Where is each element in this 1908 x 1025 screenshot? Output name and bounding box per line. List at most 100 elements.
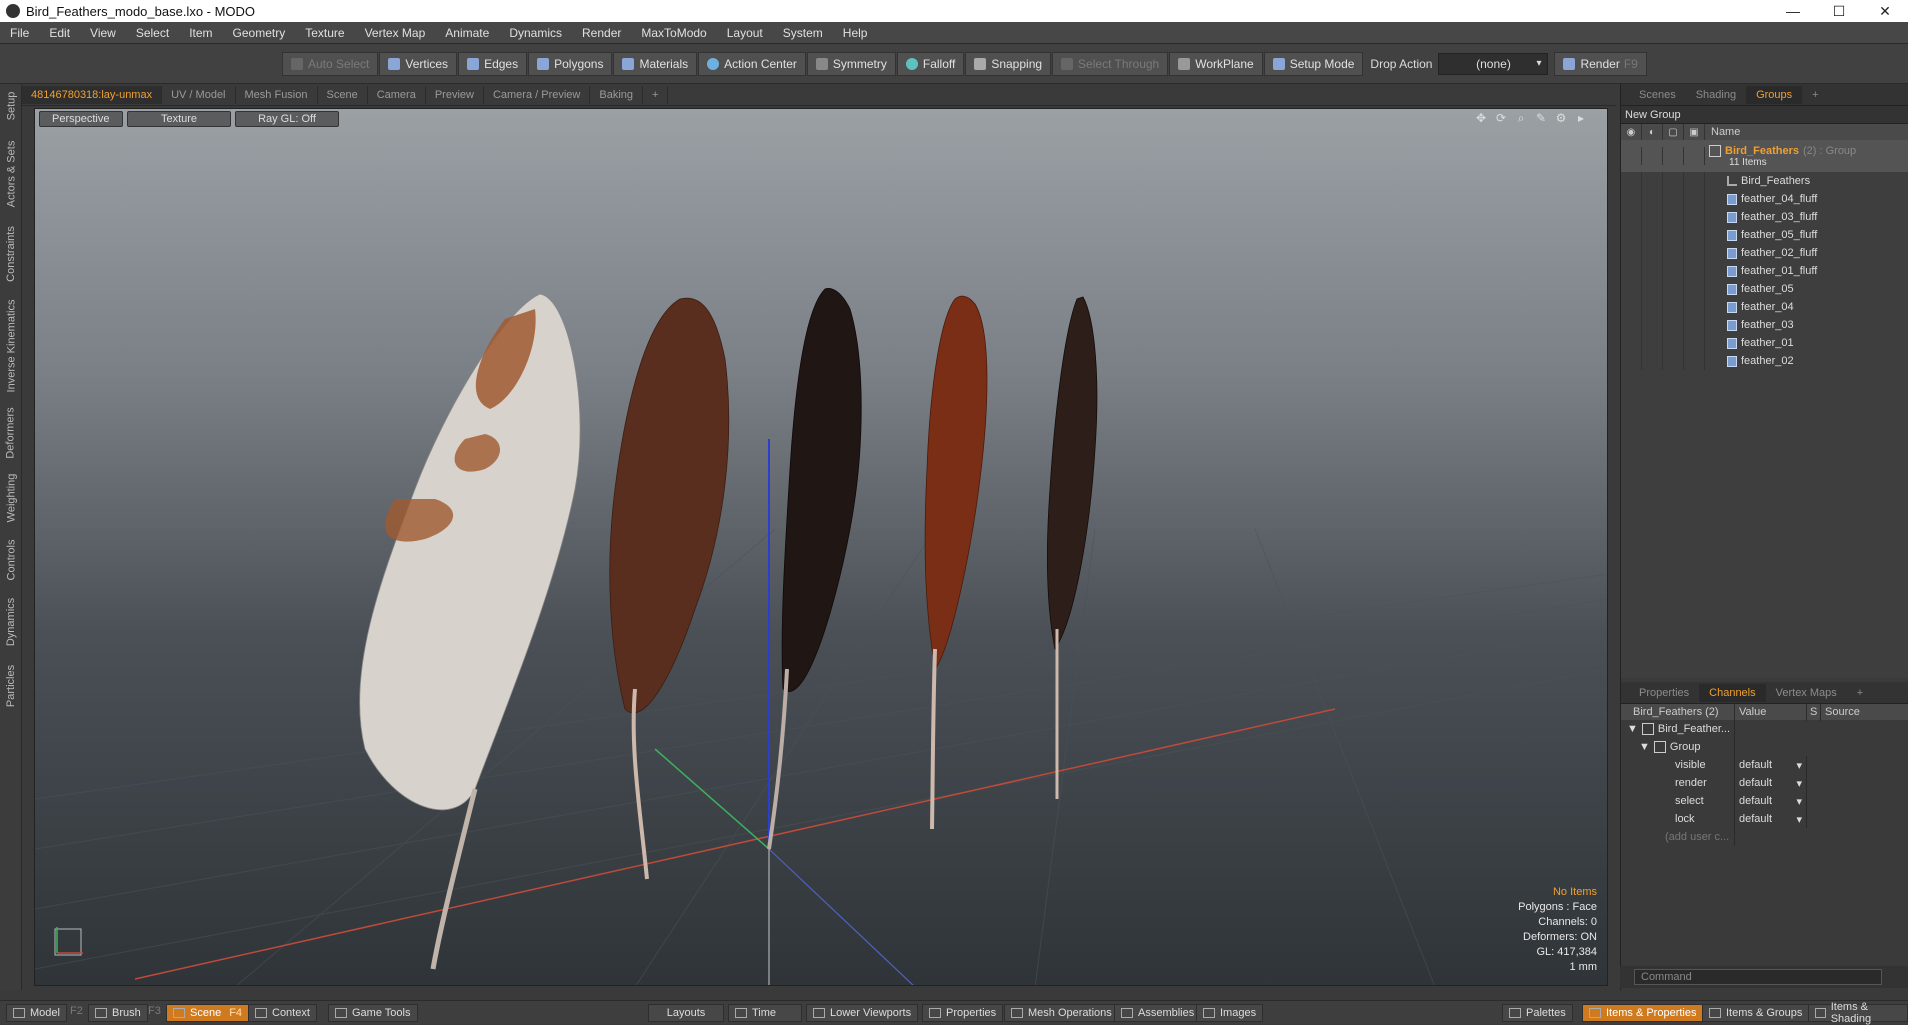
tab-vertex-maps[interactable]: Vertex Maps [1766,684,1847,702]
menu-layout[interactable]: Layout [717,26,773,40]
rotate-icon[interactable]: ⟳ [1493,111,1509,127]
menu-item[interactable]: Item [179,26,222,40]
menu-edit[interactable]: Edit [39,26,80,40]
left-tab-constraints[interactable]: Constraints [0,218,22,290]
menu-animate[interactable]: Animate [435,26,499,40]
list-item[interactable]: feather_03 [1621,316,1908,334]
menu-select[interactable]: Select [126,26,179,40]
list-item[interactable]: feather_05 [1621,280,1908,298]
group-row-bird-feathers[interactable]: Bird_Feathers (2) : Group 11 Items [1621,140,1908,172]
list-item[interactable]: feather_02_fluff [1621,244,1908,262]
pan-icon[interactable]: ✥ [1473,111,1489,127]
tab-shading[interactable]: Shading [1686,86,1746,104]
tab-preview[interactable]: Preview [426,85,484,104]
3d-viewport[interactable]: Perspective Texture Ray GL: Off ✥ ⟳ ⌕ ✎ … [34,108,1608,986]
expand-icon[interactable]: ▼ [1639,741,1650,753]
time-button[interactable]: Time [728,1004,802,1022]
falloff-button[interactable]: Falloff [896,52,965,76]
context-layout-button[interactable]: Context [248,1004,317,1022]
channel-value-select[interactable]: default ▾ [1735,792,1807,810]
action-center-button[interactable]: Action Center [698,52,806,76]
list-item[interactable]: feather_05_fluff [1621,226,1908,244]
tab-uv-model[interactable]: UV / Model [162,85,236,104]
palettes-button[interactable]: Palettes [1502,1004,1573,1022]
auto-select-button[interactable]: Auto Select [282,52,379,76]
close-icon[interactable]: ✕ [1862,0,1908,22]
left-tab-inverse-kinematics[interactable]: Inverse Kinematics [0,294,22,398]
items-properties-button[interactable]: Items & Properties [1582,1004,1704,1022]
menu-file[interactable]: File [0,26,39,40]
channel-row-select[interactable]: select default ▾ [1621,792,1908,810]
model-layout-button[interactable]: Model [6,1004,67,1022]
new-group-button[interactable]: New Group [1621,106,1908,124]
list-item[interactable]: feather_04_fluff [1621,190,1908,208]
lower-viewports-button[interactable]: Lower Viewports [806,1004,919,1022]
tab-baking[interactable]: Baking [590,85,644,104]
materials-button[interactable]: Materials [613,52,698,76]
left-tab-actors-sets[interactable]: Actors & Sets [0,134,22,214]
left-tab-weighting[interactable]: Weighting [0,468,22,528]
tab-layout-unmax[interactable]: 48146780318:lay-unmax [22,85,163,104]
menu-texture[interactable]: Texture [295,26,354,40]
add-user-channel[interactable]: (add user c... [1621,828,1908,846]
game-tools-layout-button[interactable]: Game Tools [328,1004,418,1022]
tab-camera-preview[interactable]: Camera / Preview [484,85,591,104]
symmetry-button[interactable]: Symmetry [806,52,896,76]
select-through-button[interactable]: Select Through [1052,52,1169,76]
workplane-button[interactable]: WorkPlane [1169,52,1263,76]
menu-view[interactable]: View [80,26,126,40]
list-item[interactable]: feather_01_fluff [1621,262,1908,280]
left-tab-controls[interactable]: Controls [0,532,22,588]
channel-value-select[interactable]: default ▾ [1735,756,1807,774]
select-column-icon[interactable]: ▣ [1684,124,1705,140]
raygl-button[interactable]: Ray GL: Off [235,111,339,127]
gear-icon[interactable]: ⚙ [1553,111,1569,127]
add-panel-tab[interactable]: + [1802,86,1828,104]
left-tab-deformers[interactable]: Deformers [0,402,22,464]
channel-value-select[interactable]: default ▾ [1735,774,1807,792]
add-panel-tab[interactable]: + [1847,684,1873,702]
brush-layout-button[interactable]: Brush [88,1004,148,1022]
edit-icon[interactable]: ✎ [1533,111,1549,127]
tab-scenes[interactable]: Scenes [1629,86,1686,104]
setup-mode-button[interactable]: Setup Mode [1263,52,1364,76]
channels-group-row[interactable]: ▼ Group [1621,738,1908,756]
tab-scene[interactable]: Scene [318,85,368,104]
edges-button[interactable]: Edges [458,52,528,76]
expand-icon[interactable]: ▼ [1627,723,1638,735]
more-icon[interactable]: ▸ [1573,111,1589,127]
channel-row-lock[interactable]: lock default ▾ [1621,810,1908,828]
command-input[interactable]: Command [1634,969,1882,985]
zoom-icon[interactable]: ⌕ [1513,111,1529,127]
list-item[interactable]: feather_02 [1621,352,1908,370]
menu-geometry[interactable]: Geometry [223,26,296,40]
menu-vertex-map[interactable]: Vertex Map [355,26,436,40]
assemblies-button[interactable]: Assemblies [1114,1004,1202,1022]
list-item[interactable]: feather_03_fluff [1621,208,1908,226]
properties-button[interactable]: Properties [922,1004,1004,1022]
list-item[interactable]: feather_04 [1621,298,1908,316]
list-item[interactable]: Bird_Feathers [1621,172,1908,190]
render-column-icon[interactable]: ◐ [1642,124,1663,140]
menu-maxtomodo[interactable]: MaxToModo [631,26,716,40]
snapping-button[interactable]: Snapping [965,52,1052,76]
vertices-button[interactable]: Vertices [379,52,458,76]
eye-icon[interactable]: ◉ [1621,124,1642,140]
layouts-button[interactable]: Layouts [648,1004,724,1022]
tab-properties[interactable]: Properties [1629,684,1699,702]
left-tab-dynamics[interactable]: Dynamics [0,592,22,652]
channel-row-render[interactable]: render default ▾ [1621,774,1908,792]
tab-channels[interactable]: Channels [1699,683,1766,702]
texture-button[interactable]: Texture [127,111,231,127]
tab-groups[interactable]: Groups [1746,85,1803,104]
left-tab-setup[interactable]: Setup [0,88,22,124]
menu-render[interactable]: Render [572,26,631,40]
perspective-button[interactable]: Perspective [39,111,123,127]
drop-action-select[interactable]: (none) ▾ [1438,53,1549,75]
channel-row-visible[interactable]: visible default ▾ [1621,756,1908,774]
add-tab-button[interactable]: + [643,85,669,104]
channels-root-row[interactable]: ▼ Bird_Feather... [1621,720,1908,738]
images-button[interactable]: Images [1196,1004,1264,1022]
minimize-icon[interactable]: — [1770,0,1816,22]
list-item[interactable]: feather_01 [1621,334,1908,352]
